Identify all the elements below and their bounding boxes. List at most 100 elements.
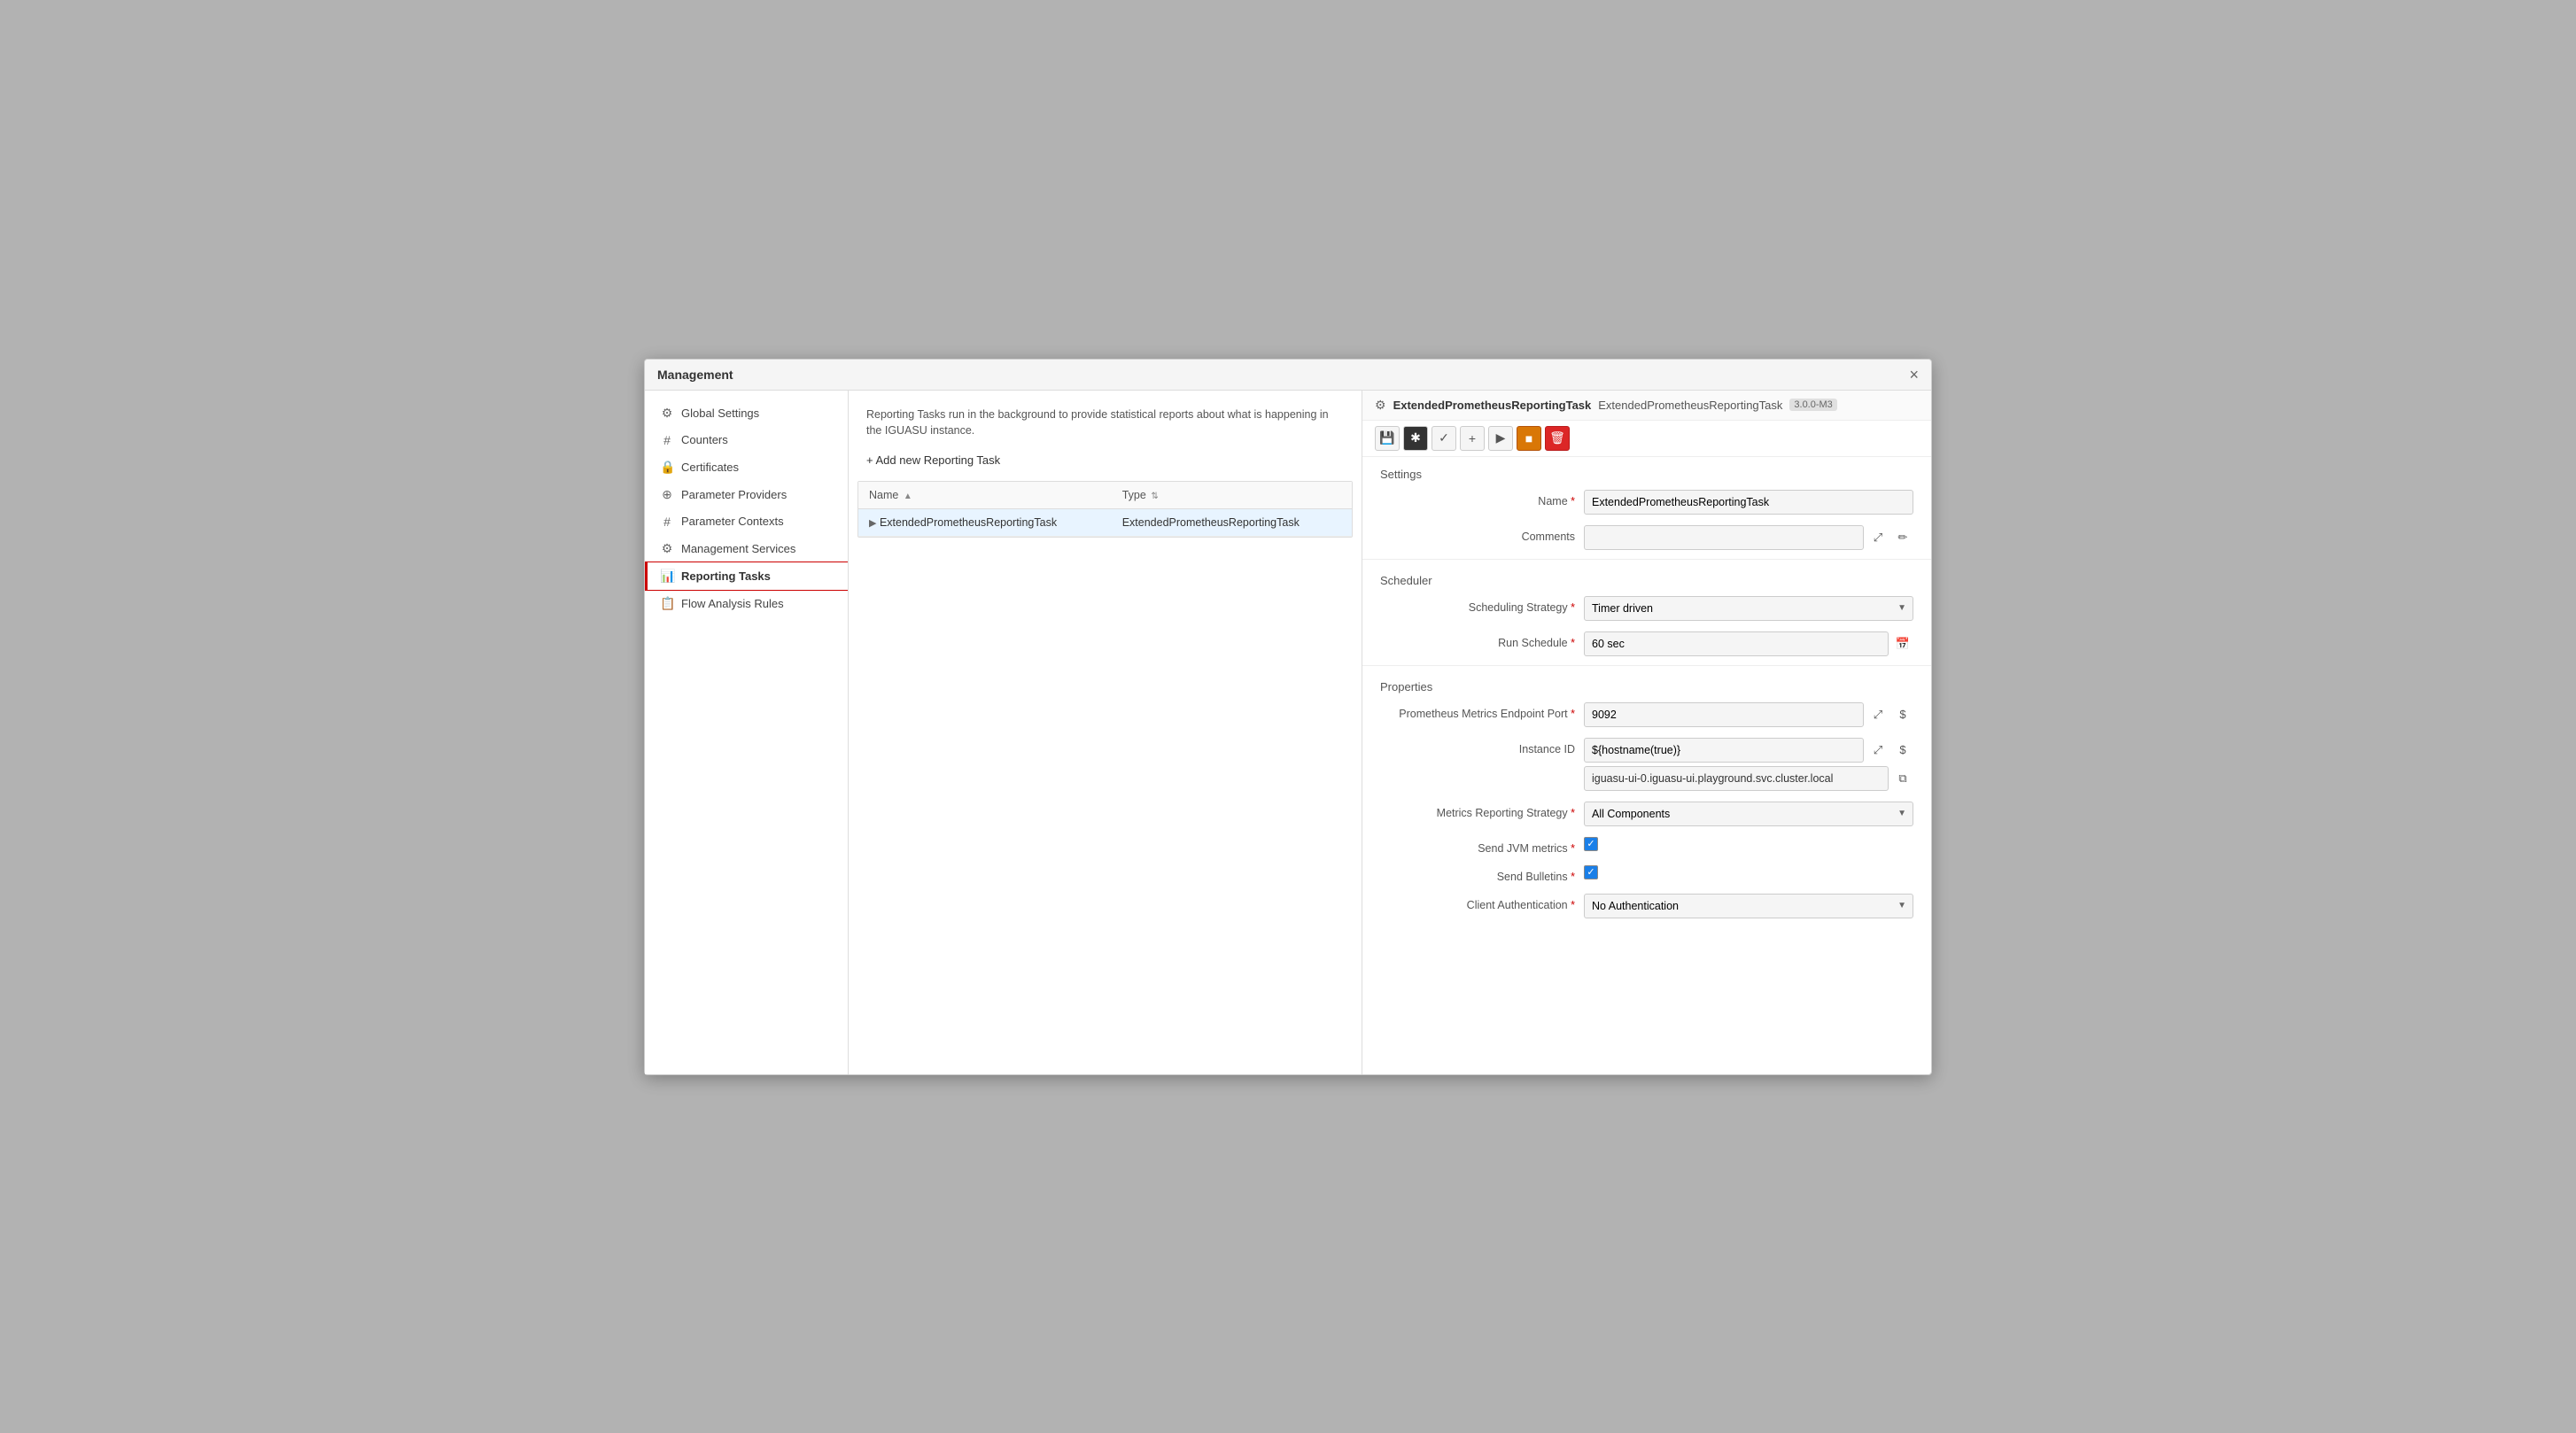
modal-overlay: Management × ⚙ Global Settings # Counter… (0, 0, 2576, 1433)
dollar-instance-button[interactable]: $ (1892, 740, 1913, 761)
auth-required: * (1571, 899, 1575, 911)
mgmt-icon: ⚙ (660, 541, 674, 556)
task-header-type: ExtendedPrometheusReportingTask (1598, 399, 1782, 412)
lock-icon: 🔒 (660, 460, 674, 475)
divider-1 (1362, 559, 1931, 560)
calendar-icon[interactable]: 📅 (1892, 633, 1913, 655)
scheduling-strategy-select[interactable]: Timer driven CRON driven (1584, 596, 1913, 621)
add-button[interactable]: + (1460, 426, 1485, 451)
instance-id-resolved-value: iguasu-ui-0.iguasu-ui.playground.svc.clu… (1584, 766, 1889, 791)
flow-icon: 📋 (660, 596, 674, 611)
metrics-strategy-row: Metrics Reporting Strategy * All Compone… (1362, 796, 1931, 832)
provider-icon: ⊕ (660, 487, 674, 502)
sidebar-item-label: Parameter Providers (681, 488, 787, 501)
sidebar-item-counters[interactable]: # Counters (645, 427, 848, 453)
run-schedule-wrapper: 📅 (1584, 631, 1913, 656)
metrics-strategy-label: Metrics Reporting Strategy * (1380, 802, 1575, 819)
send-bulletins-checkbox[interactable]: ✓ (1584, 865, 1598, 879)
instance-id-value-row: iguasu-ui-0.iguasu-ui.playground.svc.clu… (1584, 766, 1913, 791)
play-button[interactable]: ▶ (1488, 426, 1513, 451)
sidebar-item-reporting-tasks[interactable]: 📊 Reporting Tasks (645, 562, 848, 590)
modal-title: Management (657, 368, 733, 382)
send-jvm-checkbox[interactable]: ✓ (1584, 837, 1598, 851)
comments-input[interactable] (1584, 525, 1864, 550)
reporting-tasks-table: Name ▲ Type ⇅ (858, 482, 1352, 537)
send-jvm-label: Send JVM metrics * (1380, 837, 1575, 855)
table-panel: Reporting Tasks run in the background to… (849, 391, 1362, 1074)
metrics-strategy-select-wrapper: All Components Root Process Group Select… (1584, 802, 1913, 826)
reporting-tasks-table-container: Name ▲ Type ⇅ (857, 481, 1353, 538)
add-reporting-task-button[interactable]: + Add new Reporting Task (849, 448, 1362, 472)
sidebar-item-certificates[interactable]: 🔒 Certificates (645, 453, 848, 481)
send-bulletins-checkbox-wrapper: ✓ (1584, 865, 1598, 879)
sched-required: * (1571, 601, 1575, 614)
sidebar-item-label: Certificates (681, 461, 739, 474)
sidebar-item-label: Global Settings (681, 407, 759, 420)
name-label: Name * (1380, 490, 1575, 507)
expand-instance-button[interactable]: ⤢ (1867, 740, 1889, 761)
delete-button[interactable]: 🗑 (1545, 426, 1570, 451)
instance-id-fields: ⤢ $ iguasu-ui-0.iguasu-ui.playground.svc… (1584, 738, 1913, 791)
run-schedule-input[interactable] (1584, 631, 1889, 656)
send-jvm-row: Send JVM metrics * ✓ (1362, 832, 1931, 860)
sidebar-item-label: Management Services (681, 542, 795, 555)
counters-icon: # (660, 433, 674, 447)
copy-instance-id-button[interactable]: ⧉ (1892, 768, 1913, 789)
name-form-row: Name * (1362, 484, 1931, 520)
settings-section-title: Settings (1362, 457, 1931, 484)
client-auth-select[interactable]: No Authentication Want Authentication Re… (1584, 894, 1913, 918)
task-header-name: ExtendedPrometheusReportingTask (1393, 399, 1592, 412)
scheduler-section: Scheduler Scheduling Strategy * Timer dr… (1362, 563, 1931, 662)
clear-comments-button[interactable]: ✏ (1892, 527, 1913, 548)
prometheus-port-row: Prometheus Metrics Endpoint Port * ⤢ $ (1362, 697, 1931, 732)
column-header-name[interactable]: Name ▲ (858, 482, 1112, 509)
modal-close-button[interactable]: × (1909, 367, 1919, 383)
run-required: * (1571, 637, 1575, 649)
scheduling-strategy-select-wrapper: Timer driven CRON driven ▼ (1584, 596, 1913, 621)
client-auth-select-wrapper: No Authentication Want Authentication Re… (1584, 894, 1913, 918)
column-header-type[interactable]: Type ⇅ (1112, 482, 1352, 509)
settings-section: Settings Name * Comments (1362, 457, 1931, 555)
expand-port-button[interactable]: ⤢ (1867, 704, 1889, 725)
sidebar-item-parameter-providers[interactable]: ⊕ Parameter Providers (645, 481, 848, 508)
sidebar-item-flow-analysis-rules[interactable]: 📋 Flow Analysis Rules (645, 590, 848, 617)
settings-panel: ⚙ ExtendedPrometheusReportingTask Extend… (1362, 391, 1931, 1074)
send-jvm-checkbox-wrapper: ✓ (1584, 837, 1598, 851)
prometheus-port-wrapper: ⤢ $ (1584, 702, 1913, 727)
hash-icon: # (660, 515, 674, 529)
metrics-strategy-select[interactable]: All Components Root Process Group Select… (1584, 802, 1913, 826)
table-row[interactable]: ▶ ExtendedPrometheusReportingTask Extend… (858, 509, 1352, 537)
sidebar-item-label: Counters (681, 433, 728, 446)
instance-id-expression-input[interactable] (1584, 738, 1864, 763)
scheduler-section-title: Scheduler (1362, 563, 1931, 591)
properties-section: Properties Prometheus Metrics Endpoint P… (1362, 670, 1931, 924)
metrics-required: * (1571, 807, 1575, 819)
expand-comments-button[interactable]: ⤢ (1867, 527, 1889, 548)
jvm-required: * (1571, 842, 1575, 855)
run-schedule-label: Run Schedule * (1380, 631, 1575, 649)
asterisk-button[interactable]: ✱ (1403, 426, 1428, 451)
sort-icon-type: ⇅ (1151, 492, 1158, 501)
dollar-port-button[interactable]: $ (1892, 704, 1913, 725)
client-auth-label: Client Authentication * (1380, 894, 1575, 911)
sidebar: ⚙ Global Settings # Counters 🔒 Certifica… (645, 391, 849, 1074)
sidebar-item-parameter-contexts[interactable]: # Parameter Contexts (645, 508, 848, 535)
check-button[interactable]: ✓ (1432, 426, 1456, 451)
task-type-cell: ExtendedPrometheusReportingTask (1112, 509, 1352, 537)
comments-wrapper: ⤢ ✏ (1584, 525, 1913, 550)
name-input[interactable] (1584, 490, 1913, 515)
save-button[interactable]: 💾 (1375, 426, 1400, 451)
management-modal: Management × ⚙ Global Settings # Counter… (644, 359, 1932, 1075)
instance-id-row: Instance ID ⤢ $ iguasu-ui-0. (1362, 732, 1931, 796)
stop-button[interactable]: ■ (1517, 426, 1541, 451)
port-required: * (1571, 708, 1575, 720)
comments-label: Comments (1380, 525, 1575, 543)
sidebar-item-management-services[interactable]: ⚙ Management Services (645, 535, 848, 562)
prometheus-port-input[interactable] (1584, 702, 1864, 727)
content-area: Reporting Tasks run in the background to… (849, 391, 1931, 1074)
jvm-checkmark: ✓ (1587, 838, 1594, 849)
task-name-cell: ▶ ExtendedPrometheusReportingTask (858, 509, 1112, 537)
sidebar-item-global-settings[interactable]: ⚙ Global Settings (645, 399, 848, 427)
bulletins-required: * (1571, 871, 1575, 883)
row-expand-button[interactable]: ▶ (869, 517, 876, 529)
